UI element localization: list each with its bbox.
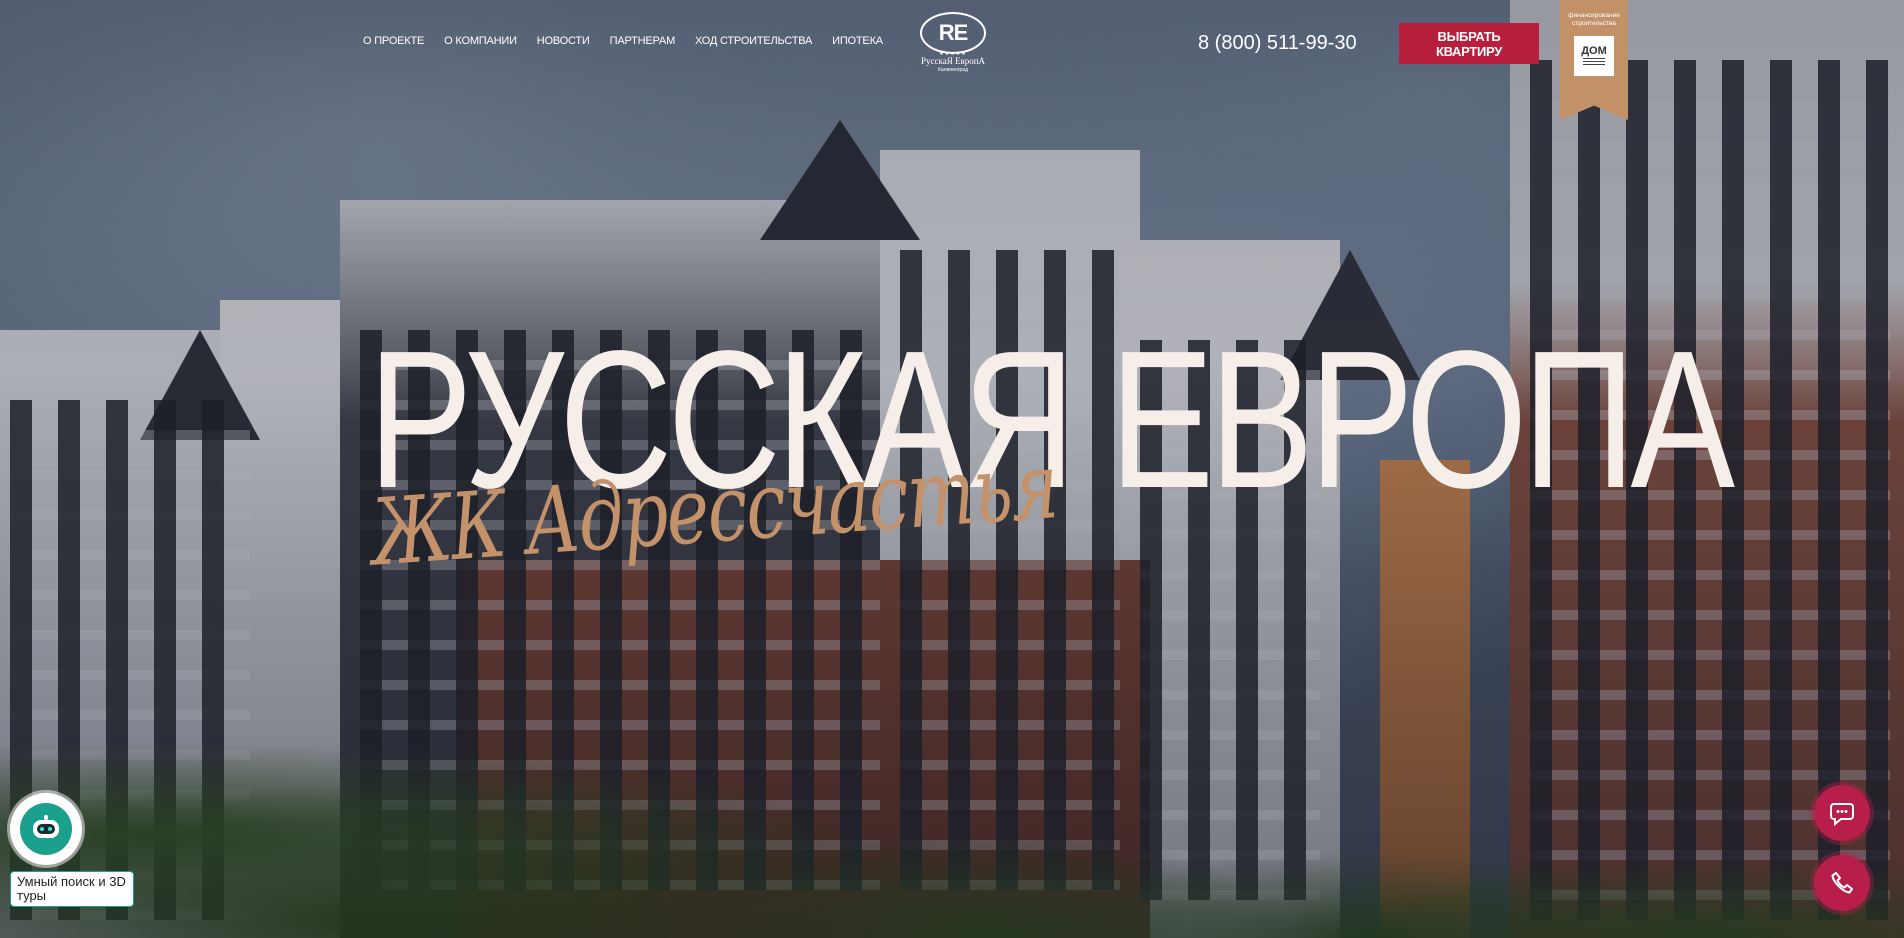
call-button[interactable] xyxy=(1814,855,1870,911)
chat-button[interactable] xyxy=(1814,785,1870,841)
nav-item-about-company[interactable]: О КОМПАНИИ xyxy=(444,35,517,47)
nav-item-news[interactable]: НОВОСТИ xyxy=(537,35,590,47)
hero-section: О ПРОЕКТЕ О КОМПАНИИ НОВОСТИ ПАРТНЕРАМ Х… xyxy=(0,0,1904,938)
smart-search-label[interactable]: Умный поиск и 3D туры xyxy=(10,871,134,907)
phone-icon xyxy=(1831,872,1853,894)
choose-apartment-button[interactable]: ВЫБРАТЬ КВАРТИРУ xyxy=(1399,23,1539,64)
smart-search-widget[interactable]: Умный поиск и 3D туры xyxy=(10,793,134,907)
dom-rf-logo-bars xyxy=(1583,58,1605,66)
chat-icon xyxy=(1830,803,1854,827)
logo-name: РусскаЯ ЕвропА xyxy=(920,56,986,66)
nav-item-construction-progress[interactable]: ХОД СТРОИТЕЛЬСТВА xyxy=(695,35,812,47)
phone-number[interactable]: 8 (800) 511-99-30 xyxy=(1198,32,1357,55)
site-logo[interactable]: RE ★★★★★ РусскаЯ ЕвропА Калининград xyxy=(916,12,990,73)
nav-item-mortgage[interactable]: ИПОТЕКА xyxy=(832,35,883,47)
main-nav: О ПРОЕКТЕ О КОМПАНИИ НОВОСТИ ПАРТНЕРАМ Х… xyxy=(363,35,903,47)
nav-item-partners[interactable]: ПАРТНЕРАМ xyxy=(610,35,676,47)
dom-rf-logo-glyph: ДОМ xyxy=(1581,45,1607,57)
ribbon-text: финансирование строительства xyxy=(1568,12,1620,27)
robot-icon[interactable] xyxy=(10,793,82,865)
dom-rf-logo: ДОМ xyxy=(1574,36,1614,76)
nav-item-about-project[interactable]: О ПРОЕКТЕ xyxy=(363,35,424,47)
logo-city: Калининград xyxy=(937,67,969,73)
logo-mark: RE xyxy=(920,12,986,54)
financing-ribbon[interactable]: финансирование строительства ДОМ xyxy=(1560,0,1628,120)
